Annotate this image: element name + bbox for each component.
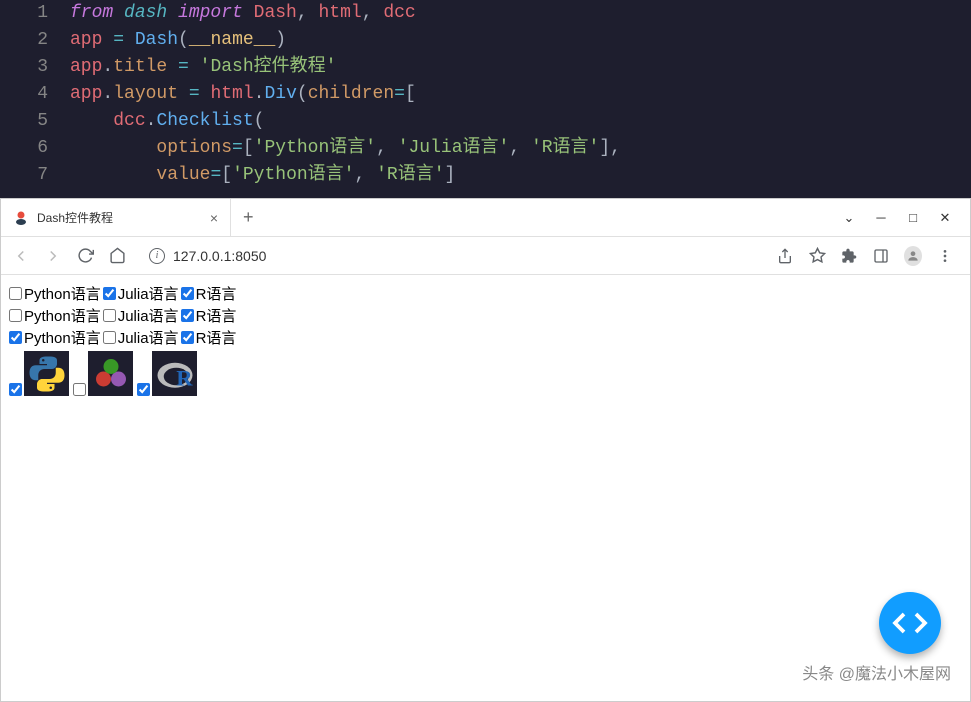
browser-toolbar: i 127.0.0.1:8050 (1, 237, 970, 275)
r-icon[interactable]: R (152, 351, 197, 396)
browser-window: Dash控件教程 × + ⌄ ─ □ ✕ i 127.0.0.1:8050 (0, 198, 971, 702)
browser-titlebar: Dash控件教程 × + ⌄ ─ □ ✕ (1, 199, 970, 237)
checklist-item: R语言 (181, 327, 237, 348)
code-editor: 1from dash import Dash, html, dcc2app = … (0, 0, 971, 198)
new-tab-button[interactable]: + (231, 207, 266, 228)
forward-button[interactable] (43, 246, 63, 266)
tab-close-button[interactable]: × (210, 210, 218, 226)
checklist-row: Python语言 Julia语言 R语言 (9, 327, 962, 348)
checkbox[interactable] (181, 331, 194, 344)
checkbox[interactable] (103, 287, 116, 300)
code-content[interactable]: dcc.Checklist( (70, 108, 264, 135)
line-number: 7 (0, 162, 70, 189)
checkbox-label[interactable]: Julia语言 (118, 283, 179, 304)
julia-icon[interactable] (88, 351, 133, 396)
checkbox-label[interactable]: Python语言 (24, 305, 101, 326)
code-line: 7 value=['Python语言', 'R语言'] (0, 162, 971, 189)
watermark: 头条 @魔法小木屋网 (802, 660, 951, 684)
checkbox[interactable] (9, 383, 22, 396)
code-line: 4app.layout = html.Div(children=[ (0, 81, 971, 108)
checkbox[interactable] (9, 331, 22, 344)
info-icon[interactable]: i (149, 248, 165, 264)
checkbox[interactable] (181, 287, 194, 300)
checkbox[interactable] (9, 309, 22, 322)
checklist-row: Python语言 Julia语言 R语言 (9, 305, 962, 326)
window-controls: ⌄ ─ □ ✕ (842, 211, 970, 225)
checkbox[interactable] (103, 331, 116, 344)
toolbar-icons (776, 247, 960, 265)
minimize-button[interactable]: ─ (874, 211, 888, 225)
checkbox-label[interactable]: Julia语言 (118, 327, 179, 348)
checkbox[interactable] (181, 309, 194, 322)
python-icon[interactable] (24, 351, 69, 396)
code-content[interactable]: value=['Python语言', 'R语言'] (70, 162, 455, 189)
menu-icon[interactable] (936, 247, 954, 265)
checklist-item: Python语言 (9, 327, 101, 348)
code-content[interactable]: from dash import Dash, html, dcc (70, 0, 416, 27)
code-line: 1from dash import Dash, html, dcc (0, 0, 971, 27)
sidepanel-icon[interactable] (872, 247, 890, 265)
back-button[interactable] (11, 246, 31, 266)
checklist-item: Python语言 (9, 283, 101, 304)
address-bar[interactable]: i 127.0.0.1:8050 (139, 248, 764, 264)
code-line: 5 dcc.Checklist( (0, 108, 971, 135)
icon-checklist-item (73, 351, 133, 396)
star-icon[interactable] (808, 247, 826, 265)
line-number: 1 (0, 0, 70, 27)
checkbox[interactable] (137, 383, 150, 396)
chevron-down-icon[interactable]: ⌄ (842, 211, 856, 225)
checklist-item: Python语言 (9, 305, 101, 326)
line-number: 2 (0, 27, 70, 54)
checkbox-label[interactable]: R语言 (196, 305, 237, 326)
icon-checklist-item (9, 351, 69, 396)
checklist-row: Python语言 Julia语言 R语言 (9, 283, 962, 304)
line-number: 4 (0, 81, 70, 108)
checkbox[interactable] (9, 287, 22, 300)
profile-icon[interactable] (904, 247, 922, 265)
tab-favicon-icon (13, 210, 29, 226)
checkbox-label[interactable]: Julia语言 (118, 305, 179, 326)
checkbox-label[interactable]: R语言 (196, 327, 237, 348)
line-number: 3 (0, 54, 70, 81)
code-content[interactable]: options=['Python语言', 'Julia语言', 'R语言'], (70, 135, 621, 162)
home-button[interactable] (107, 246, 127, 266)
checkbox-label[interactable]: Python语言 (24, 283, 101, 304)
checkbox-label[interactable]: Python语言 (24, 327, 101, 348)
line-number: 5 (0, 108, 70, 135)
dev-tools-fab[interactable] (879, 592, 941, 654)
checklist-item: Julia语言 (103, 305, 179, 326)
line-number: 6 (0, 135, 70, 162)
checkbox[interactable] (73, 383, 86, 396)
page-content: Python语言Julia语言R语言Python语言Julia语言R语言Pyth… (1, 275, 970, 404)
code-content[interactable]: app = Dash(__name__) (70, 27, 286, 54)
checkbox-label[interactable]: R语言 (196, 283, 237, 304)
checklist-item: Julia语言 (103, 283, 179, 304)
reload-button[interactable] (75, 246, 95, 266)
checklist-item: R语言 (181, 305, 237, 326)
code-line: 3app.title = 'Dash控件教程' (0, 54, 971, 81)
checkbox[interactable] (103, 309, 116, 322)
checklist-item: R语言 (181, 283, 237, 304)
code-content[interactable]: app.title = 'Dash控件教程' (70, 54, 336, 81)
checklist-item: Julia语言 (103, 327, 179, 348)
close-window-button[interactable]: ✕ (938, 211, 952, 225)
tab-title: Dash控件教程 (37, 209, 202, 226)
code-content[interactable]: app.layout = html.Div(children=[ (70, 81, 416, 108)
browser-tab[interactable]: Dash控件教程 × (1, 199, 231, 236)
extensions-icon[interactable] (840, 247, 858, 265)
share-icon[interactable] (776, 247, 794, 265)
maximize-button[interactable]: □ (906, 211, 920, 225)
svg-text:R: R (176, 365, 193, 390)
code-line: 2app = Dash(__name__) (0, 27, 971, 54)
code-line: 6 options=['Python语言', 'Julia语言', 'R语言']… (0, 135, 971, 162)
url-text: 127.0.0.1:8050 (173, 248, 266, 264)
icon-checklist-item: R (137, 351, 197, 396)
